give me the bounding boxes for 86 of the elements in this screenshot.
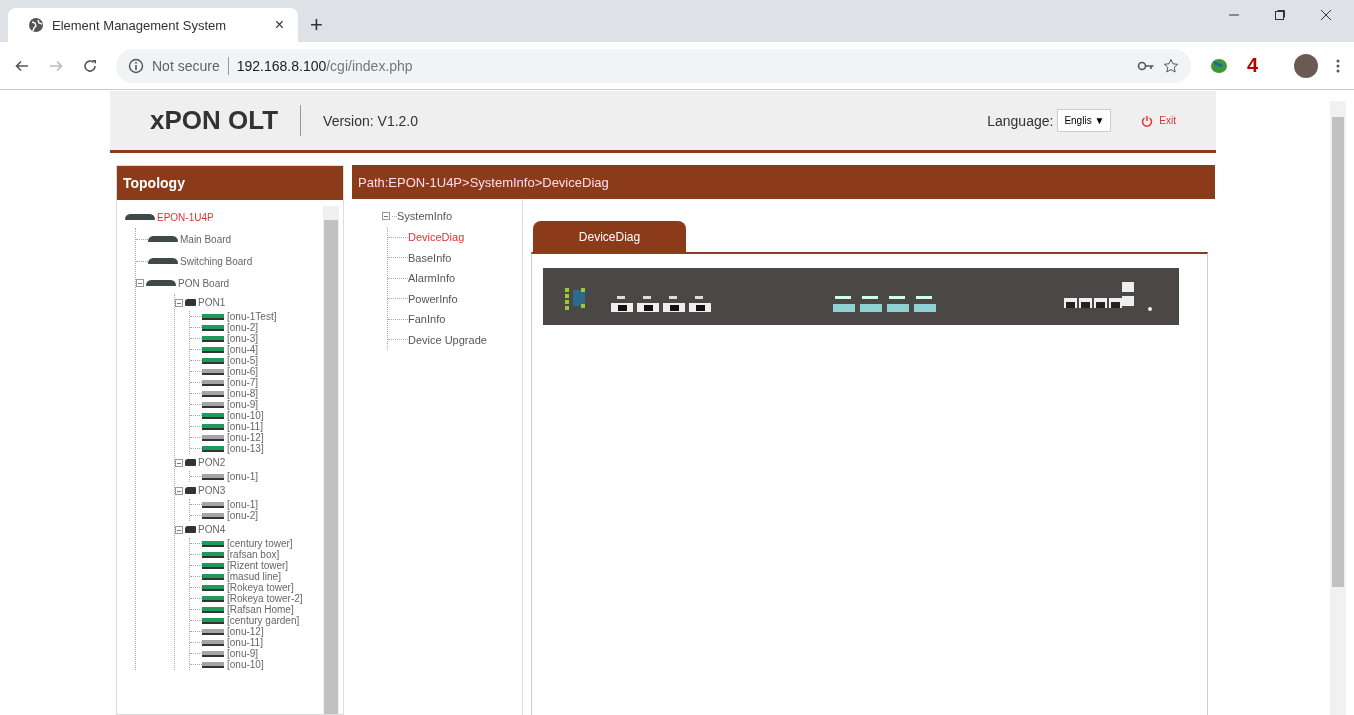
- key-icon[interactable]: [1136, 59, 1155, 72]
- tree-item[interactable]: PON1: [198, 297, 226, 308]
- tree-item[interactable]: [onu-11]: [227, 637, 263, 648]
- tree-item[interactable]: [onu-2]: [227, 322, 259, 333]
- collapse-icon[interactable]: [136, 279, 144, 287]
- tree-item[interactable]: [onu-1]: [227, 471, 259, 482]
- tree-item[interactable]: [Rokeya tower]: [227, 582, 294, 593]
- new-tab-button[interactable]: +: [306, 12, 327, 38]
- collapse-icon[interactable]: [175, 525, 183, 534]
- tree-item[interactable]: Main Board: [180, 233, 232, 245]
- tree-item[interactable]: [onu-13]: [227, 443, 264, 454]
- tree-item[interactable]: [masud line]: [227, 571, 281, 582]
- scrollbar[interactable]: [323, 206, 339, 714]
- info-icon: [128, 57, 144, 74]
- globe-icon: [28, 17, 44, 33]
- board-icon: [125, 214, 155, 220]
- collapse-icon[interactable]: [175, 486, 183, 495]
- port-icon: [185, 299, 196, 306]
- board-icon: [148, 258, 178, 264]
- tree-item[interactable]: [century tower]: [227, 538, 293, 549]
- power-icon: [1141, 114, 1154, 127]
- menu-item[interactable]: Device Upgrade: [408, 329, 487, 350]
- tree-item[interactable]: [onu-10]: [227, 410, 264, 421]
- tree-item[interactable]: [Rafsan Home]: [227, 604, 294, 615]
- tree-item[interactable]: [onu-9]: [227, 648, 259, 659]
- security-label: Not secure: [152, 57, 220, 74]
- tree-item[interactable]: [onu-2]: [227, 510, 259, 521]
- tree-item[interactable]: [onu-9]: [227, 399, 259, 410]
- tab-title: Element Management System: [52, 17, 228, 33]
- exit-button[interactable]: Exit: [1141, 114, 1176, 127]
- port-icon: [185, 526, 196, 533]
- menu-item[interactable]: DeviceDiag: [408, 227, 465, 248]
- logo-text: xPON OLT: [150, 105, 302, 136]
- browser-tab[interactable]: Element Management System ×: [8, 8, 298, 42]
- tree-item[interactable]: [onu-10]: [227, 659, 264, 670]
- port-icon: [185, 459, 196, 466]
- collapse-icon[interactable]: [382, 212, 390, 220]
- tree-item[interactable]: [onu-5]: [227, 355, 259, 366]
- tree-item[interactable]: PON3: [198, 485, 226, 496]
- collapse-icon[interactable]: [175, 458, 183, 467]
- close-icon[interactable]: [1320, 9, 1332, 21]
- tree-item[interactable]: [rafsan box]: [227, 549, 280, 560]
- tree-item[interactable]: [onu-3]: [227, 333, 259, 344]
- extension-badge[interactable]: 4: [1246, 54, 1258, 77]
- tree-item[interactable]: [onu-11]: [227, 421, 263, 432]
- tab[interactable]: DeviceDiag: [533, 221, 686, 252]
- menu-item[interactable]: AlarmInfo: [408, 268, 456, 289]
- tree-item[interactable]: PON4: [198, 524, 226, 535]
- scrollbar[interactable]: [1330, 101, 1346, 715]
- tree-item[interactable]: [onu-1]: [227, 499, 259, 510]
- tree-item[interactable]: EPON-1U4P: [157, 211, 214, 223]
- star-icon[interactable]: [1162, 57, 1179, 74]
- tree-item[interactable]: [century garden]: [227, 615, 300, 626]
- collapse-icon[interactable]: [175, 298, 183, 307]
- menu-item[interactable]: BaseInfo: [408, 247, 452, 268]
- tree-item[interactable]: Switching Board: [180, 255, 253, 267]
- version-label: Version: V1.2.0: [323, 112, 419, 129]
- globe-icon[interactable]: [1208, 56, 1229, 75]
- tree-item[interactable]: [Rokeya tower-2]: [227, 593, 303, 604]
- tree-item[interactable]: [onu-1Test]: [227, 311, 277, 322]
- menu-item[interactable]: FanInfo: [408, 309, 446, 330]
- tree-item[interactable]: [onu-6]: [227, 366, 259, 377]
- menu-icon[interactable]: [1336, 57, 1340, 74]
- url-text: 192.168.8.100/cgi/index.php: [236, 57, 413, 74]
- breadcrumb-bar: Path:EPON-1U4P>SystemInfo>DeviceDiag: [352, 165, 1215, 199]
- tree-item[interactable]: [onu-8]: [227, 388, 259, 399]
- address-bar[interactable]: Not secure 192.168.8.100/cgi/index.php: [116, 48, 1191, 83]
- board-icon: [148, 236, 178, 242]
- language-dropdown[interactable]: Englis ▼: [1057, 109, 1112, 132]
- tree-item[interactable]: [onu-12]: [227, 626, 264, 637]
- board-icon: [146, 280, 176, 286]
- reload-icon[interactable]: [82, 57, 98, 74]
- menu-item[interactable]: PowerInfo: [408, 288, 458, 309]
- tree-item[interactable]: [Rizent tower]: [227, 560, 289, 571]
- tree-item[interactable]: PON2: [198, 457, 226, 468]
- maximize-icon[interactable]: [1274, 9, 1286, 21]
- panel-title: Topology: [117, 166, 343, 200]
- menu-group[interactable]: SystemInfo: [397, 210, 453, 222]
- close-tab-button[interactable]: ×: [270, 16, 288, 34]
- tree-item[interactable]: [onu-12]: [227, 432, 264, 443]
- tree-item[interactable]: PON Board: [178, 277, 230, 289]
- tree-item[interactable]: [onu-7]: [227, 377, 259, 388]
- profile-avatar[interactable]: [1294, 53, 1318, 78]
- port-icon: [185, 487, 196, 494]
- tree-item[interactable]: [onu-4]: [227, 344, 259, 355]
- language-label: Language:: [987, 112, 1054, 129]
